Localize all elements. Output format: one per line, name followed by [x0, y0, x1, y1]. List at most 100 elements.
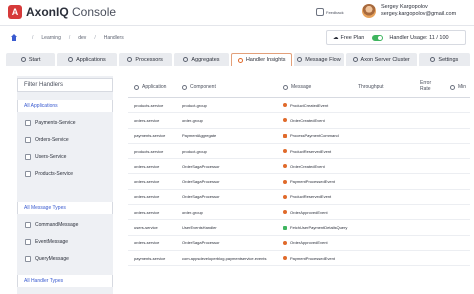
filter-item-label: QueryMessage [35, 255, 69, 262]
handler-insights-icon [237, 57, 243, 63]
all-message-types-filter[interactable]: All Message Types [17, 202, 113, 214]
breadcrumb-separator: / [68, 34, 71, 41]
cell-message: PaymentProcessedEvent [283, 251, 358, 265]
table-row[interactable]: payments-service PaymentAggregate ProcessP… [128, 129, 470, 144]
cell-application: orders-service [134, 163, 160, 169]
tab-processors[interactable]: Processors [118, 53, 172, 66]
cell-component: OrderSagaProcessor [182, 163, 220, 169]
tab-handler-insights[interactable]: Handler Insights [231, 53, 293, 66]
tab-settings[interactable]: Settings [418, 53, 470, 66]
column-throughput[interactable]: Throughput [358, 76, 384, 98]
gear-icon [430, 57, 436, 62]
tab-message-flow[interactable]: Message Flow [294, 53, 344, 66]
query-message-icon [283, 225, 287, 230]
column-error-rate[interactable]: Error Rate [420, 80, 431, 92]
cell-application: users-service [134, 225, 158, 231]
cloud-icon: ☁ [333, 34, 339, 41]
cell-message: FetchUserPaymentDetailsQuery [283, 220, 358, 234]
applications-icon [68, 57, 74, 62]
plan-toggle[interactable] [372, 34, 384, 41]
checkbox[interactable] [25, 119, 31, 126]
feedback-button[interactable]: Feedback [316, 8, 344, 16]
filter-item-event-message[interactable]: EventMessage [17, 233, 113, 250]
aggregates-icon [183, 57, 189, 62]
applications-filter-list: Payments-Service Orders-Service Users-Se… [17, 112, 113, 188]
table-row[interactable]: payments-service com.appsdeveloperblog.pa… [128, 251, 470, 267]
column-message[interactable]: Message [283, 76, 311, 98]
checkbox[interactable] [25, 170, 31, 177]
application-icon [134, 84, 139, 90]
tab-label: Start [28, 56, 41, 63]
filter-item-products-service[interactable]: Products-Service [17, 165, 113, 182]
breadcrumb-dev[interactable]: dev [78, 35, 86, 41]
all-applications-filter[interactable]: All Applications [17, 100, 113, 112]
column-label: Application [142, 84, 167, 90]
logo-light-text: Console [72, 5, 117, 19]
column-label: Throughput [358, 84, 384, 90]
filter-handlers-input[interactable]: Filter Handlers [17, 78, 113, 92]
cell-application: orders-service [134, 209, 160, 215]
logo-bold-text: AxonIQ [26, 5, 69, 19]
command-message-icon [283, 133, 287, 138]
cell-component: PaymentAggregate [182, 133, 217, 139]
checkbox[interactable] [25, 221, 31, 228]
table-row[interactable]: orders-service OrderSagaProcessor PaymentP… [128, 174, 470, 190]
table-row[interactable]: users-service UserEventsHandler FetchUserP… [128, 220, 470, 236]
event-message-icon [283, 164, 287, 169]
checkbox[interactable] [25, 255, 31, 262]
column-component[interactable]: Component [182, 76, 216, 98]
message-name: FetchUserPaymentDetailsQuery [290, 225, 348, 231]
cell-application: payments-service [134, 255, 166, 261]
user-menu[interactable]: Sergey Kargopolov sergey.kargopolov@gmai… [381, 4, 456, 18]
tab-label: Handler Insights [245, 57, 286, 63]
table-row[interactable]: orders-service OrderSagaProcessor ProductR… [128, 190, 470, 206]
checkbox[interactable] [25, 238, 31, 245]
home-icon[interactable] [10, 34, 18, 41]
cell-message: OrderCreatedEvent [283, 113, 358, 127]
table-row[interactable]: products-service product-group ProductRese… [128, 144, 470, 160]
cell-component: order-group [182, 117, 203, 123]
feedback-icon [316, 8, 324, 16]
message-name: OrderApprovedEvent [290, 209, 328, 215]
column-min[interactable]: Min [450, 76, 466, 98]
user-email: sergey.kargopolov@gmail.com [381, 11, 457, 17]
tab-label: Message Flow [305, 56, 341, 63]
tab-applications[interactable]: Applications [57, 53, 117, 66]
tab-start[interactable]: Start [6, 53, 56, 66]
filter-item-command-message[interactable]: CommandMessage [17, 216, 113, 233]
cell-application: orders-service [134, 240, 160, 246]
filter-item-orders-service[interactable]: Orders-Service [17, 131, 113, 148]
event-message-icon [283, 256, 287, 261]
breadcrumb-separator: / [32, 34, 34, 41]
table-row[interactable]: orders-service OrderSagaProcessor OrderApp… [128, 236, 470, 251]
message-name: ProductCreatedEvent [290, 102, 329, 108]
filter-item-query-message[interactable]: QueryMessage [17, 250, 113, 267]
cell-application: orders-service [134, 194, 160, 200]
user-name: Sergey Kargopolov [381, 4, 428, 10]
cell-component: OrderSagaProcessor [182, 194, 220, 200]
table-row[interactable]: orders-service OrderSagaProcessor OrderCre… [128, 159, 470, 175]
all-handler-types-filter[interactable]: All Handler Types [17, 275, 113, 287]
filter-item-payments-service[interactable]: Payments-Service [17, 114, 113, 131]
cell-component: UserEventsHandler [182, 225, 217, 231]
checkbox[interactable] [25, 153, 31, 160]
table-header: Application Component Message Throughput… [128, 76, 470, 98]
tab-axon-server-cluster[interactable]: Axon Server Cluster [345, 53, 417, 66]
logo[interactable]: A AxonIQ Console [8, 5, 116, 19]
filter-item-label: EventMessage [35, 238, 69, 245]
checkbox[interactable] [25, 136, 31, 143]
filter-item-users-service[interactable]: Users-Service [17, 148, 113, 165]
message-name: ProductReservedEvent [290, 148, 332, 154]
breadcrumb-learning[interactable]: Learning [41, 35, 60, 41]
processors-icon [127, 57, 133, 62]
column-label: Rate [420, 86, 431, 92]
table-row[interactable]: orders-service order-group OrderApprovedEv… [128, 205, 470, 221]
cell-message: OrderApprovedEvent [283, 205, 358, 219]
column-application[interactable]: Application [134, 76, 166, 98]
tab-aggregates[interactable]: Aggregates [173, 53, 230, 66]
table-row[interactable]: orders-service order-group OrderCreatedEve… [128, 113, 470, 129]
table-row[interactable]: products-service product-group ProductCrea… [128, 98, 470, 114]
server-cluster-icon [352, 57, 358, 62]
avatar[interactable] [362, 4, 376, 18]
plan-label: Free Plan [340, 34, 365, 41]
